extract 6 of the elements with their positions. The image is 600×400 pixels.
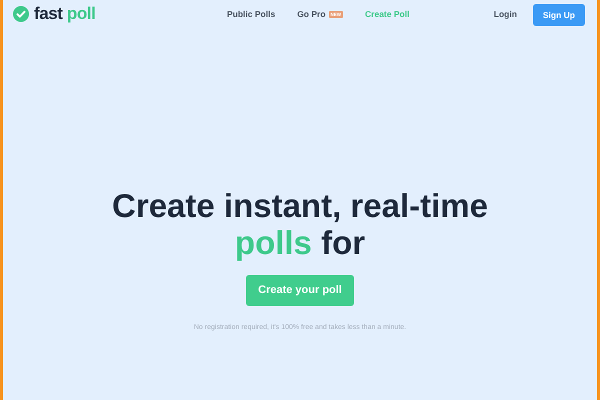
logo-text[interactable]: fast poll (34, 1, 96, 27)
nav-link[interactable]: Go Pro (297, 8, 326, 20)
login-link[interactable]: Login (494, 8, 517, 20)
check-circle-icon (13, 6, 29, 22)
hero-title: Create instant, real-time polls for (112, 187, 488, 261)
nav-link[interactable]: Public Polls (227, 8, 276, 20)
